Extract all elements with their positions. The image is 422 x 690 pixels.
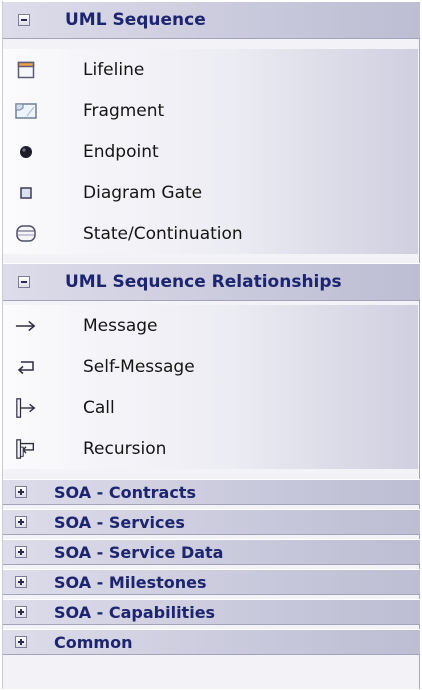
fragment-icon	[15, 100, 37, 122]
expand-icon[interactable]	[15, 546, 27, 558]
call-icon	[15, 397, 37, 419]
group-title: SOA - Milestones	[54, 572, 207, 592]
toolbox-item-self-message[interactable]: Self-Message	[3, 346, 418, 387]
expand-icon[interactable]	[15, 486, 27, 498]
self-message-icon	[15, 356, 37, 378]
toolbox-panel: UML Sequence Lifeline Fragment Endpoint …	[2, 1, 420, 689]
toolbox-item-state-continuation[interactable]: State/Continuation	[3, 213, 418, 254]
group-header-uml-sequence[interactable]: UML Sequence	[3, 1, 420, 39]
state-continuation-icon	[15, 223, 37, 245]
recursion-icon	[15, 438, 37, 460]
item-label: Diagram Gate	[83, 182, 203, 203]
group-title: SOA - Capabilities	[54, 602, 216, 622]
item-label: Recursion	[83, 438, 167, 459]
toolbox-item-call[interactable]: Call	[3, 387, 418, 428]
group-header-soa-milestones[interactable]: SOA - Milestones	[3, 569, 420, 595]
toolbox-item-recursion[interactable]: Recursion	[3, 428, 418, 469]
group-title: UML Sequence	[65, 10, 206, 30]
expand-icon[interactable]	[15, 636, 27, 648]
message-arrow-icon	[15, 315, 37, 337]
diagram-gate-icon	[15, 182, 37, 204]
lifeline-icon	[15, 59, 37, 81]
group-title: SOA - Service Data	[54, 542, 224, 562]
expand-icon[interactable]	[15, 606, 27, 618]
collapse-icon[interactable]	[18, 276, 30, 288]
collapse-icon[interactable]	[18, 14, 30, 26]
group-title: Common	[54, 632, 133, 652]
toolbox-item-endpoint[interactable]: Endpoint	[3, 131, 418, 172]
group-title: SOA - Contracts	[54, 482, 196, 502]
endpoint-icon	[15, 141, 37, 163]
group-header-common[interactable]: Common	[3, 629, 420, 655]
toolbox-item-diagram-gate[interactable]: Diagram Gate	[3, 172, 418, 213]
item-label: Call	[83, 397, 115, 418]
group-header-soa-capabilities[interactable]: SOA - Capabilities	[3, 599, 420, 625]
item-label: State/Continuation	[83, 223, 243, 244]
group-title: UML Sequence Relationships	[65, 272, 342, 292]
item-label: Fragment	[83, 100, 165, 121]
expand-icon[interactable]	[15, 576, 27, 588]
group-title: SOA - Services	[54, 512, 185, 532]
item-label: Self-Message	[83, 356, 195, 377]
toolbox-item-message[interactable]: Message	[3, 305, 418, 346]
group-header-soa-service-data[interactable]: SOA - Service Data	[3, 539, 420, 565]
item-label: Endpoint	[83, 141, 159, 162]
item-label: Message	[83, 315, 158, 336]
item-label: Lifeline	[83, 59, 145, 80]
group-header-soa-contracts[interactable]: SOA - Contracts	[3, 479, 420, 505]
expand-icon[interactable]	[15, 516, 27, 528]
toolbox-item-fragment[interactable]: Fragment	[3, 90, 418, 131]
toolbox-item-lifeline[interactable]: Lifeline	[3, 49, 418, 90]
group-header-soa-services[interactable]: SOA - Services	[3, 509, 420, 535]
group-header-uml-sequence-relationships[interactable]: UML Sequence Relationships	[3, 263, 420, 301]
